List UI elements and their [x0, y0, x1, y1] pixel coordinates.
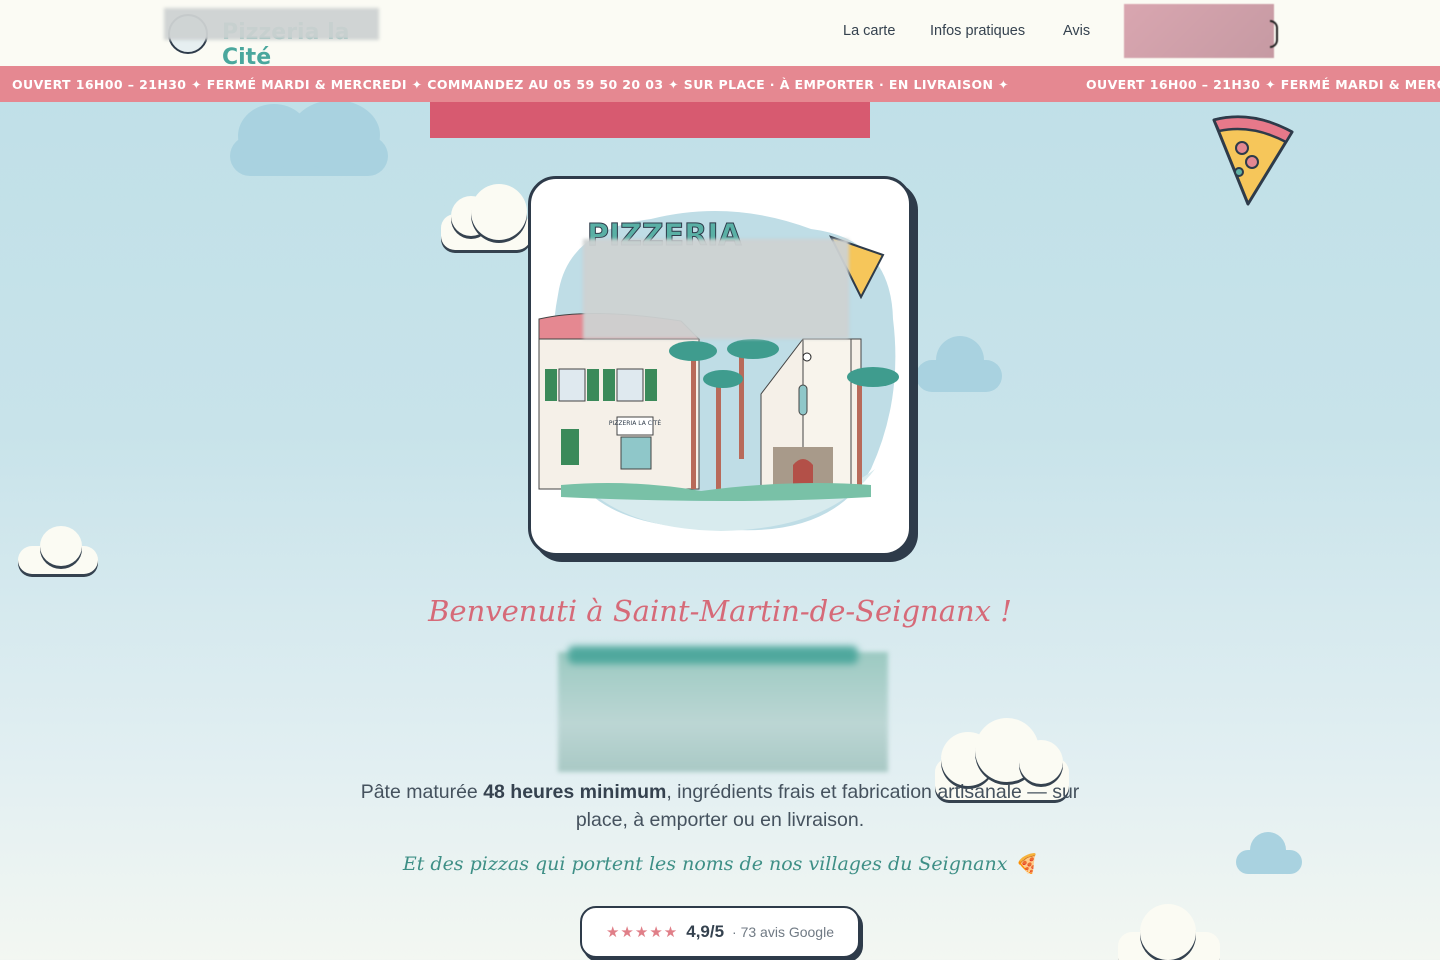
desc-highlight: 48 heures minimum	[483, 781, 667, 803]
welcome-tagline: Benvenuti à Saint-Martin-de-Seignanx !	[428, 594, 1012, 628]
illustration-sign: PIZZERIA LA CITÉ	[609, 419, 661, 427]
announcement-banner	[430, 96, 870, 138]
logo-redaction	[164, 8, 379, 40]
hero-illustration-card: PIZZERIA PIZZERIA LA CITÉ	[528, 176, 912, 556]
cloud-decoration	[916, 336, 1004, 392]
pizzeria-illustration: PIZZERIA PIZZERIA LA CITÉ	[538, 211, 899, 531]
cloud-decoration	[441, 184, 531, 252]
nav-avis[interactable]: Avis	[1063, 23, 1090, 39]
site-header: Pizzeria la Cité La carte Infos pratique…	[0, 0, 1440, 70]
order-button[interactable]	[1124, 4, 1278, 58]
rating-score: 4,9/5	[686, 922, 725, 941]
cloud-decoration	[1118, 904, 1222, 960]
nav-la-carte[interactable]: La carte	[843, 23, 895, 39]
illustration-redaction	[583, 239, 849, 339]
star-rating-icon: ★★★★★	[605, 924, 679, 941]
ticker-text: OUVERT 16H00 – 21H30 ✦ FERMÉ MARDI & MER…	[12, 77, 1010, 92]
info-ticker: OUVERT 16H00 – 21H30 ✦ FERMÉ MARDI & MER…	[0, 66, 1440, 102]
review-count: · 73 avis Google	[732, 924, 834, 940]
cloud-decoration	[230, 100, 390, 176]
desc-text: Pâte maturée	[360, 781, 484, 803]
hero-description: Pâte maturée 48 heures minimum, ingrédie…	[360, 778, 1080, 834]
ticker-text-repeat: OUVERT 16H00 – 21H30 ✦ FERMÉ MARDI & MER…	[1086, 77, 1440, 92]
hero-title-redaction	[558, 652, 888, 772]
logo[interactable]: Pizzeria la Cité	[164, 8, 404, 70]
nav-infos-pratiques[interactable]: Infos pratiques	[930, 23, 1025, 39]
cloud-decoration	[18, 526, 100, 576]
hero-subtitle: Et des pizzas qui portent les noms de no…	[402, 853, 1038, 875]
pizza-slice-icon	[1212, 115, 1294, 206]
google-rating-badge[interactable]: ★★★★★ 4,9/5 · 73 avis Google	[580, 906, 860, 958]
